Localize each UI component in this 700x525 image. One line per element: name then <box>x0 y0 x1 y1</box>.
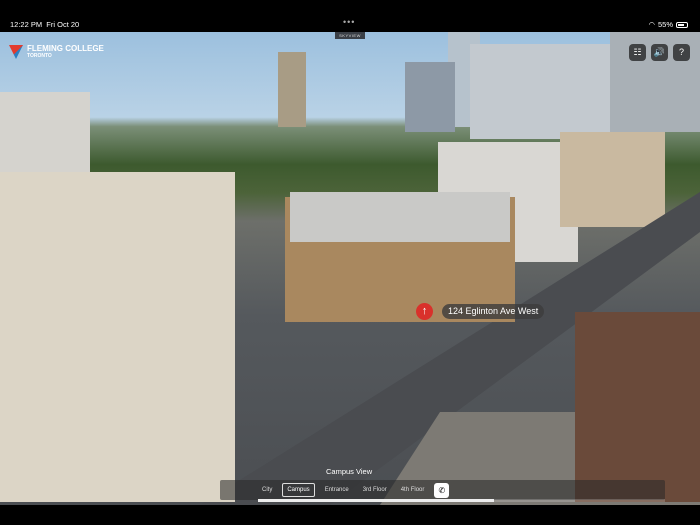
status-bar: 12:22 PM Fri Oct 20 ••• ◠ 55% <box>0 0 700 32</box>
condo-building <box>0 172 235 502</box>
multitask-dots[interactable]: ••• <box>343 17 355 27</box>
fleming-college-logo[interactable]: FLEMING COLLEGE TORONTO <box>9 45 104 59</box>
nav-progress-fill <box>258 499 495 502</box>
brick-building <box>575 312 700 502</box>
list-icon[interactable]: ☷ <box>629 44 646 61</box>
logo-subtitle: TORONTO <box>27 53 52 59</box>
nav-progress-bar[interactable] <box>258 499 665 502</box>
toolbar: ☷ 🔊 ? <box>629 44 690 61</box>
building <box>0 92 90 172</box>
hotspot-label[interactable]: 124 Eglinton Ave West <box>442 304 545 319</box>
logo-title: FLEMING COLLEGE <box>27 44 104 53</box>
status-right: ◠ 55% <box>648 20 688 29</box>
building <box>560 132 665 227</box>
phone-icon[interactable]: ✆ <box>434 482 450 498</box>
tower <box>278 52 306 127</box>
aerial-panorama[interactable] <box>0 32 700 505</box>
status-time: 12:22 PM Fri Oct 20 <box>10 20 80 29</box>
tower <box>405 62 455 132</box>
battery-icon <box>676 21 688 28</box>
skyview-badge: SKYVIEW <box>335 32 365 39</box>
nav-entrance[interactable]: Entrance <box>321 484 353 496</box>
tower <box>470 44 630 139</box>
roof <box>290 192 510 242</box>
help-icon[interactable]: ? <box>673 44 690 61</box>
wifi-icon: ◠ <box>648 20 655 29</box>
speaker-icon[interactable]: 🔊 <box>651 44 668 61</box>
view-title: Campus View <box>326 467 373 476</box>
nav-campus[interactable]: Campus <box>282 483 315 497</box>
nav-3rd-floor[interactable]: 3rd Floor <box>359 484 391 496</box>
scene-nav: City Campus Entrance 3rd Floor 4th Floor… <box>220 480 665 500</box>
location-pin-arrow-icon[interactable]: ↑ <box>416 303 433 320</box>
logo-mark-icon <box>9 45 23 59</box>
nav-city[interactable]: City <box>258 484 276 496</box>
battery-percent: 55% <box>657 20 673 29</box>
nav-4th-floor[interactable]: 4th Floor <box>397 484 429 496</box>
